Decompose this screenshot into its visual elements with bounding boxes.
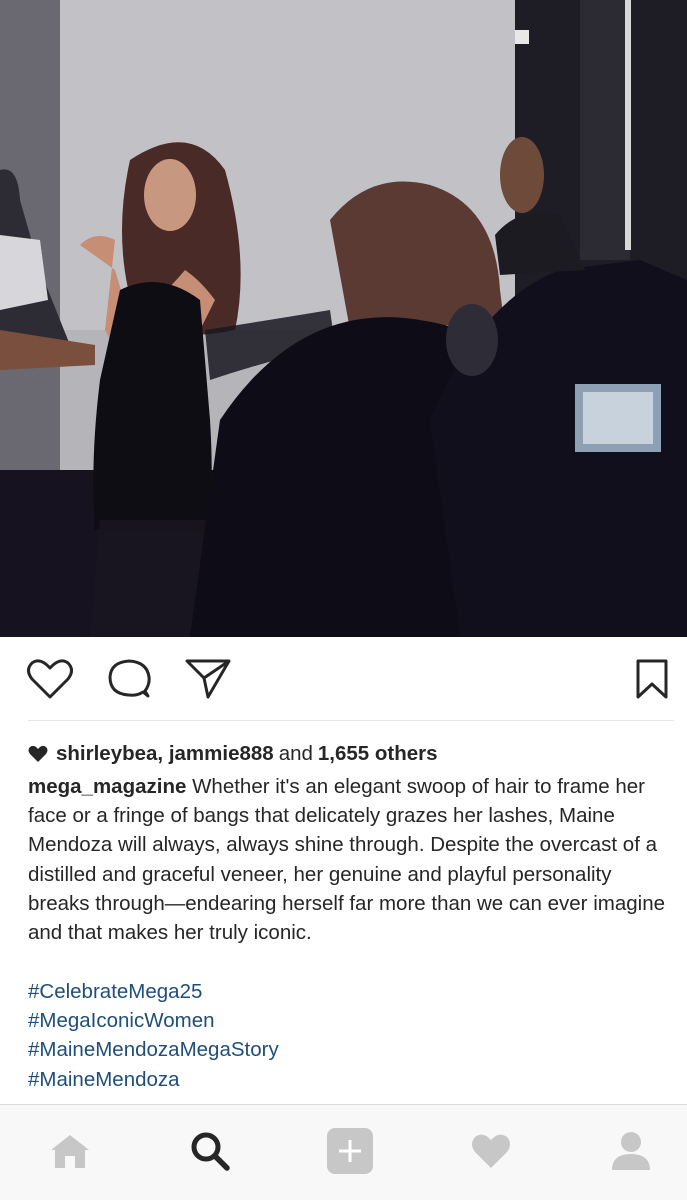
hashtag-list: #CelebrateMega25 #MegaIconicWomen #Maine…	[28, 977, 668, 1094]
add-post-icon	[326, 1127, 374, 1180]
heart-outline-icon	[26, 658, 74, 705]
bottom-navigation	[0, 1104, 687, 1200]
search-icon	[189, 1130, 231, 1177]
hashtag-link[interactable]: #MaineMendoza	[28, 1065, 668, 1094]
comment-bubble-icon	[107, 658, 151, 705]
paper-plane-icon	[185, 658, 231, 705]
bookmark-icon	[635, 658, 669, 705]
comment-button[interactable]	[105, 659, 153, 703]
likes-summary[interactable]: shirleybea, jammie888 and 1,655 others	[28, 740, 438, 768]
share-button[interactable]	[184, 659, 232, 703]
nav-home[interactable]	[45, 1129, 95, 1177]
photo-scene	[0, 0, 687, 637]
save-button[interactable]	[628, 659, 676, 703]
post-caption: mega_magazine Whether it's an elegant sw…	[28, 772, 668, 947]
hashtag-link[interactable]: #MaineMendozaMegaStory	[28, 1035, 668, 1064]
like-button[interactable]	[26, 658, 74, 705]
hashtag-link[interactable]: #CelebrateMega25	[28, 977, 668, 1006]
caption-text: Whether it's an elegant swoop of hair to…	[28, 775, 665, 945]
profile-icon	[610, 1130, 652, 1177]
nav-search[interactable]	[185, 1129, 235, 1177]
activity-heart-icon	[470, 1132, 512, 1175]
post-photo[interactable]	[0, 0, 687, 637]
divider	[28, 720, 674, 721]
liked-by-separator: ,	[157, 742, 164, 765]
hashtag-link[interactable]: #MegaIconicWomen	[28, 1006, 668, 1035]
liked-by-user-1[interactable]: shirleybea	[56, 742, 157, 766]
nav-add[interactable]	[325, 1127, 375, 1180]
caption-username[interactable]: mega_magazine	[28, 775, 186, 798]
liked-by-others[interactable]: 1,655 others	[318, 742, 438, 766]
home-icon	[49, 1132, 91, 1175]
liked-by-and: and	[278, 742, 313, 765]
nav-profile[interactable]	[606, 1129, 656, 1177]
heart-filled-icon	[28, 745, 48, 763]
nav-activity[interactable]	[466, 1129, 516, 1177]
post-action-bar	[0, 637, 687, 721]
liked-by-user-2[interactable]: jammie888	[169, 742, 274, 766]
